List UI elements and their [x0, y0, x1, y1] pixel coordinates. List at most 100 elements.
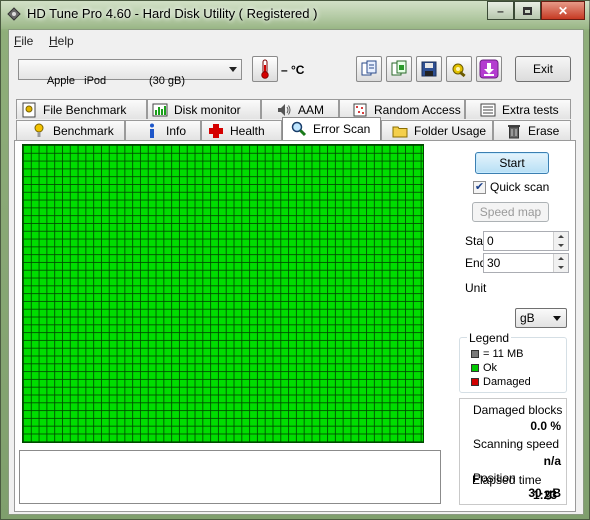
copy-screenshot-button[interactable]: [386, 56, 412, 82]
hd-tune-app-icon[interactable]: [7, 7, 21, 21]
tab-benchmark[interactable]: Benchmark: [16, 120, 125, 140]
unit-label: Unit: [465, 281, 487, 295]
tab-random-access-label: Random Access: [374, 102, 461, 117]
scanning-speed-value: n/a: [543, 454, 561, 468]
tab-benchmark-label: Benchmark: [53, 123, 114, 138]
menu-help-accel: H: [49, 34, 58, 48]
scanning-speed-label: Scanning speed: [473, 437, 560, 451]
app-window: HD Tune Pro 4.60 - Hard Disk Utility ( R…: [0, 0, 590, 520]
download-button[interactable]: [476, 56, 502, 82]
scan-log-box[interactable]: [19, 450, 441, 504]
error-scan-panel: Start ✔ Quick scan Speed map Start 0 End…: [14, 140, 576, 512]
tab-folder-usage[interactable]: Folder Usage: [381, 120, 493, 140]
tab-error-scan[interactable]: Error Scan: [282, 117, 381, 140]
save-icon: [421, 61, 437, 77]
damaged-blocks-value: 0.0 %: [530, 419, 561, 433]
toolbar: Apple iPod (30 gB) – °C Exit: [9, 52, 583, 92]
copy-text-button[interactable]: [356, 56, 382, 82]
tab-folder-usage-label: Folder Usage: [414, 123, 487, 138]
tab-aam[interactable]: AAM: [261, 99, 339, 119]
drive-select[interactable]: Apple iPod (30 gB): [18, 59, 242, 87]
title-bar[interactable]: HD Tune Pro 4.60 - Hard Disk Utility ( R…: [1, 1, 590, 29]
tab-health-label: Health: [230, 123, 265, 138]
damaged-blocks-label: Damaged blocks: [473, 403, 563, 417]
legend-damaged-label: Damaged: [483, 376, 531, 388]
tab-file-benchmark[interactable]: File Benchmark: [16, 99, 147, 119]
tabs-row-bottom: Benchmark Info Health Error Scan Folder …: [9, 117, 585, 140]
temperature-button[interactable]: [252, 56, 278, 82]
red-swatch-icon: [471, 378, 479, 386]
thermometer-icon: [261, 59, 269, 79]
benchmark-icon: [31, 123, 47, 139]
tab-random-access[interactable]: Random Access: [339, 99, 465, 119]
legend-title: Legend: [467, 331, 512, 345]
start-position-value: 0: [487, 234, 494, 248]
speaker-icon: [276, 102, 292, 118]
copy-screenshot-icon: [391, 60, 407, 76]
menu-help-label: elp: [57, 34, 74, 48]
legend-item-block-size: = 11 MB: [471, 348, 523, 360]
menu-help[interactable]: Help: [49, 34, 74, 48]
caption-buttons: – ✕: [487, 1, 585, 21]
tab-health[interactable]: Health: [201, 120, 282, 140]
legend-item-ok: Ok: [471, 362, 497, 374]
tab-error-scan-label: Error Scan: [313, 122, 371, 136]
menu-bar: File Help: [9, 30, 583, 52]
close-icon: ✕: [557, 3, 569, 18]
extra-tests-icon: [480, 102, 496, 118]
end-spinner[interactable]: [553, 254, 568, 272]
checkbox-checked-icon: ✔: [473, 180, 486, 194]
start-position-input[interactable]: 0: [483, 231, 569, 251]
chevron-down-icon: [229, 67, 237, 72]
options-button[interactable]: [446, 56, 472, 82]
tab-info[interactable]: Info: [125, 120, 201, 140]
minimize-button[interactable]: –: [487, 1, 514, 20]
health-cross-icon: [208, 123, 224, 139]
elapsed-time-value: 1:23: [532, 488, 557, 502]
copy-text-icon: [361, 60, 377, 76]
tab-extra-tests-label: Extra tests: [502, 102, 559, 117]
drive-select-value: Apple iPod (30 gB): [46, 75, 186, 87]
tab-info-label: Info: [166, 123, 187, 138]
elapsed-time-label: Elapsed time: [472, 473, 542, 487]
exit-button[interactable]: Exit: [515, 56, 571, 82]
unit-select-value: gB: [520, 311, 535, 325]
menu-file[interactable]: File: [14, 34, 33, 48]
folder-icon: [392, 123, 408, 139]
main-client-area: File Help Apple iPod (30 gB) – °C Exit F…: [8, 29, 584, 515]
start-button[interactable]: Start: [475, 152, 549, 174]
chevron-down-icon: [553, 316, 561, 321]
quick-scan-checkbox[interactable]: ✔ Quick scan: [473, 180, 549, 194]
spinner-up-icon[interactable]: [554, 232, 568, 241]
green-swatch-icon: [471, 364, 479, 372]
unit-select[interactable]: gB: [515, 308, 567, 328]
error-scan-block-grid: [22, 144, 424, 443]
options-icon: [452, 63, 466, 78]
disk-monitor-icon: [152, 102, 168, 118]
window-title: HD Tune Pro 4.60 - Hard Disk Utility ( R…: [27, 6, 318, 21]
start-spinner[interactable]: [553, 232, 568, 250]
end-position-input[interactable]: 30: [483, 253, 569, 273]
tab-extra-tests[interactable]: Extra tests: [465, 99, 571, 119]
maximize-icon: [523, 6, 532, 15]
trash-icon: [506, 123, 522, 139]
menu-file-label: ile: [21, 34, 34, 48]
speed-map-button[interactable]: Speed map: [472, 202, 549, 222]
gray-swatch-icon: [471, 350, 479, 358]
minimize-icon: –: [497, 3, 504, 18]
spinner-down-icon[interactable]: [554, 263, 568, 272]
temperature-readout: – °C: [281, 63, 305, 77]
spinner-down-icon[interactable]: [554, 241, 568, 250]
spinner-up-icon[interactable]: [554, 254, 568, 263]
maximize-button[interactable]: [514, 1, 541, 20]
tab-disk-monitor[interactable]: Disk monitor: [147, 99, 261, 119]
legend-item-damaged: Damaged: [471, 376, 531, 388]
legend-block-size-label: = 11 MB: [483, 348, 524, 360]
save-button[interactable]: [416, 56, 442, 82]
end-position-value: 30: [487, 256, 501, 270]
magnifier-icon: [291, 121, 307, 137]
tab-erase-label: Erase: [528, 123, 560, 138]
tab-aam-label: AAM: [298, 102, 325, 117]
tab-erase[interactable]: Erase: [493, 120, 571, 140]
close-button[interactable]: ✕: [541, 1, 585, 20]
